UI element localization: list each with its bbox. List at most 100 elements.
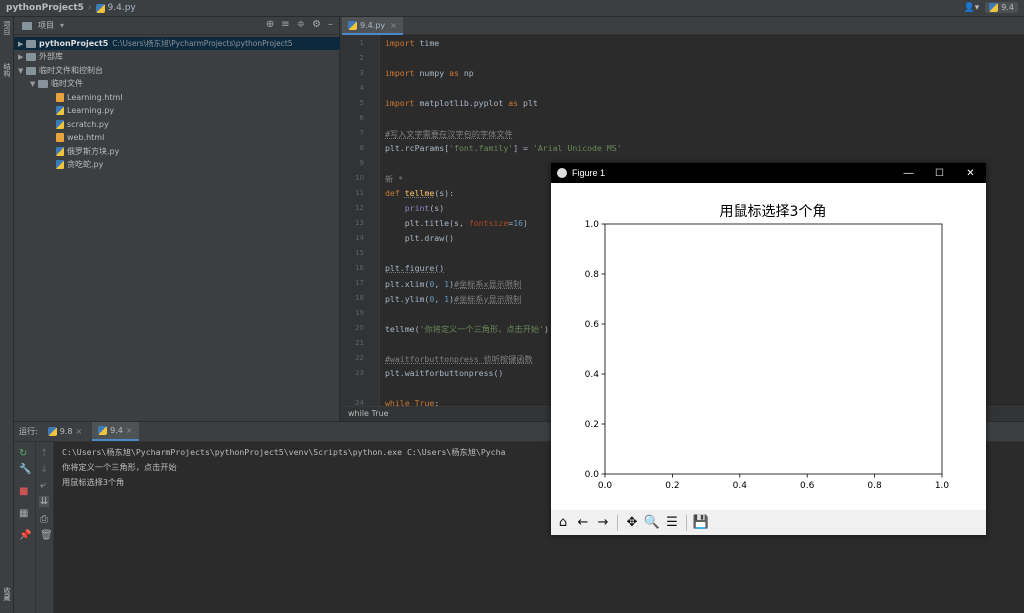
up-arrow-icon[interactable]: ↑ xyxy=(40,448,48,459)
maximize-icon[interactable]: ☐ xyxy=(924,163,955,183)
scroll-to-end-icon[interactable]: ⇊ xyxy=(39,496,50,507)
line-number: 9 xyxy=(359,159,364,167)
soft-wrap-icon[interactable]: ⤶ xyxy=(40,480,46,491)
project-tool-tab[interactable]: 项目 xyxy=(2,21,12,35)
chevron-down-icon: ▼ xyxy=(18,66,24,75)
tree-item-root[interactable]: ▶ pythonProject5 C:\Users\杨东旭\PycharmPro… xyxy=(14,37,340,50)
y-tick-label: 0.2 xyxy=(585,420,599,430)
save-icon[interactable]: 💾 xyxy=(693,515,709,531)
line-number: 8 xyxy=(359,144,364,152)
tree-item-external-libs[interactable]: ▶ 外部库 xyxy=(18,50,63,63)
run-tab-label: 9.4 xyxy=(110,426,123,435)
breadcrumb-project[interactable]: pythonProject5 xyxy=(0,3,84,13)
chart-svg[interactable]: 用鼠标选择3个角 0.0 0.2 0.4 0.6 0.8 1.0 0.0 0.2 0.4 0.6… xyxy=(551,183,986,510)
tab-9-4-py[interactable]: 9.4.py × xyxy=(342,17,403,35)
file-label: scratch.py xyxy=(67,120,109,129)
line-number-gutter: 1 2 3 4 5 6 7 8 9 10 11 12 13 14 15 16 1… xyxy=(340,35,380,407)
x-tick-label: 0.0 xyxy=(598,481,613,491)
collapse-all-icon[interactable]: ≑ xyxy=(297,19,305,30)
scratches-label: 临时文件和控制台 xyxy=(39,66,103,75)
console-line: 你将定义一个三角形，点击开始 xyxy=(62,462,177,472)
chevron-right-icon: ▶ xyxy=(18,39,24,48)
code-line: plt.waitforbuttonpress() xyxy=(385,368,504,378)
close-icon[interactable]: ✕ xyxy=(955,163,986,183)
run-configuration-selector[interactable]: 9.4 xyxy=(985,2,1018,13)
tree-item-file[interactable]: 贪吃蛇.py xyxy=(56,158,103,171)
figure-window[interactable]: Figure 1 — ☐ ✕ 用鼠标选择3个角 0.0 0.2 0.4 0.6 0.8 1… xyxy=(551,163,986,535)
pin-icon[interactable]: 📌 xyxy=(19,530,31,541)
tree-item-file[interactable]: 俄罗斯方块.py xyxy=(56,145,119,158)
stop-icon[interactable]: ■ xyxy=(19,486,28,497)
code-line: import matplotlib.pyplot as plt xyxy=(385,98,538,108)
layout-icon[interactable]: ▦ xyxy=(19,508,28,519)
line-number: 16 xyxy=(355,264,364,272)
x-tick-label: 1.0 xyxy=(935,481,950,491)
line-number: 3 xyxy=(359,69,364,77)
python-file-icon xyxy=(56,160,64,169)
line-number: 19 xyxy=(355,309,364,317)
run-configuration-label: 9.4 xyxy=(1001,3,1014,12)
tree-item-file[interactable]: Learning.py xyxy=(56,104,114,117)
favorites-tool-tab[interactable]: 收藏 xyxy=(2,587,12,601)
configure-icon[interactable]: ☰ xyxy=(664,515,680,531)
folder-icon xyxy=(22,21,32,30)
run-tab-label: 9.8 xyxy=(59,427,73,436)
close-icon[interactable]: × xyxy=(126,426,133,435)
tree-item-file[interactable]: scratch.py xyxy=(56,118,109,131)
hide-icon[interactable]: – xyxy=(328,19,333,30)
library-icon xyxy=(26,52,36,61)
line-number: 7 xyxy=(359,129,364,137)
x-tick-label: 0.8 xyxy=(867,481,882,491)
close-icon[interactable]: × xyxy=(75,427,82,436)
close-icon[interactable]: × xyxy=(390,21,397,30)
breadcrumb-file[interactable]: 9.4.py xyxy=(95,3,136,13)
tree-item-file[interactable]: Learning.html xyxy=(56,91,123,104)
wrench-icon[interactable]: 🔧 xyxy=(19,464,31,475)
tree-item-file[interactable]: web.html xyxy=(56,131,104,144)
python-file-icon xyxy=(56,120,64,129)
pan-icon[interactable]: ✥ xyxy=(624,515,640,531)
forward-icon[interactable]: → xyxy=(595,515,611,531)
breadcrumb-file-label: 9.4.py xyxy=(107,3,136,13)
code-line: 新 * xyxy=(385,174,404,184)
run-label: 运行: xyxy=(19,427,38,436)
code-line: import numpy as np xyxy=(385,68,474,78)
user-icon[interactable]: 👤▾ xyxy=(964,3,980,13)
python-file-icon xyxy=(98,426,108,435)
figure-titlebar[interactable]: Figure 1 — ☐ ✕ xyxy=(551,163,986,183)
line-number: 18 xyxy=(355,294,364,302)
gear-icon[interactable]: ⚙ xyxy=(312,19,321,30)
minimize-icon[interactable]: — xyxy=(893,163,924,183)
trash-icon[interactable]: 🗑 xyxy=(40,530,53,541)
folder-icon xyxy=(38,79,48,88)
expand-all-icon[interactable]: ≡ xyxy=(281,19,289,30)
run-tab-9-4[interactable]: 9.4 × xyxy=(92,422,139,441)
code-line: def tellme(s): xyxy=(385,188,455,198)
scratches-icon xyxy=(26,66,36,75)
structure-tool-tab[interactable]: 结构 xyxy=(2,63,12,77)
breadcrumb-separator: › xyxy=(87,3,92,13)
rerun-icon[interactable]: ↻ xyxy=(19,448,27,459)
python-file-icon xyxy=(348,20,357,30)
code-line: plt.ylim(0, 1)#坐标系y显示限制 xyxy=(385,294,522,304)
plot-area[interactable]: 用鼠标选择3个角 0.0 0.2 0.4 0.6 0.8 1.0 0.0 0.2 0.4 0.6… xyxy=(551,183,986,510)
chevron-down-icon[interactable]: ▾ xyxy=(60,21,64,30)
back-icon[interactable]: ← xyxy=(575,515,591,531)
code-line: plt.title(s, fontsize=16) xyxy=(385,218,528,228)
print-icon[interactable]: ⎙ xyxy=(40,514,48,525)
tree-item-scratch-folder[interactable]: ▼ 临时文件 xyxy=(30,77,83,90)
home-icon[interactable]: ⌂ xyxy=(555,515,571,531)
project-panel-title[interactable]: 项目 xyxy=(38,20,54,31)
code-line: plt.xlim(0, 1)#坐标系x显示限制 xyxy=(385,279,522,289)
x-tick-label: 0.4 xyxy=(733,481,748,491)
code-line: #waitforbuttonpress 侦听按键函数 xyxy=(385,354,533,364)
locate-icon[interactable]: ⊕ xyxy=(266,19,274,30)
zoom-icon[interactable]: 🔍 xyxy=(644,515,660,531)
line-number: 13 xyxy=(355,219,364,227)
tree-item-scratches[interactable]: ▼ 临时文件和控制台 xyxy=(18,64,103,77)
run-tab-9-8[interactable]: 9.8 × xyxy=(47,427,82,436)
x-axis-ticks: 0.0 0.2 0.4 0.6 0.8 1.0 xyxy=(598,474,950,491)
down-arrow-icon[interactable]: ↓ xyxy=(40,464,48,475)
folder-icon xyxy=(26,39,36,48)
y-tick-label: 0.0 xyxy=(585,470,600,480)
